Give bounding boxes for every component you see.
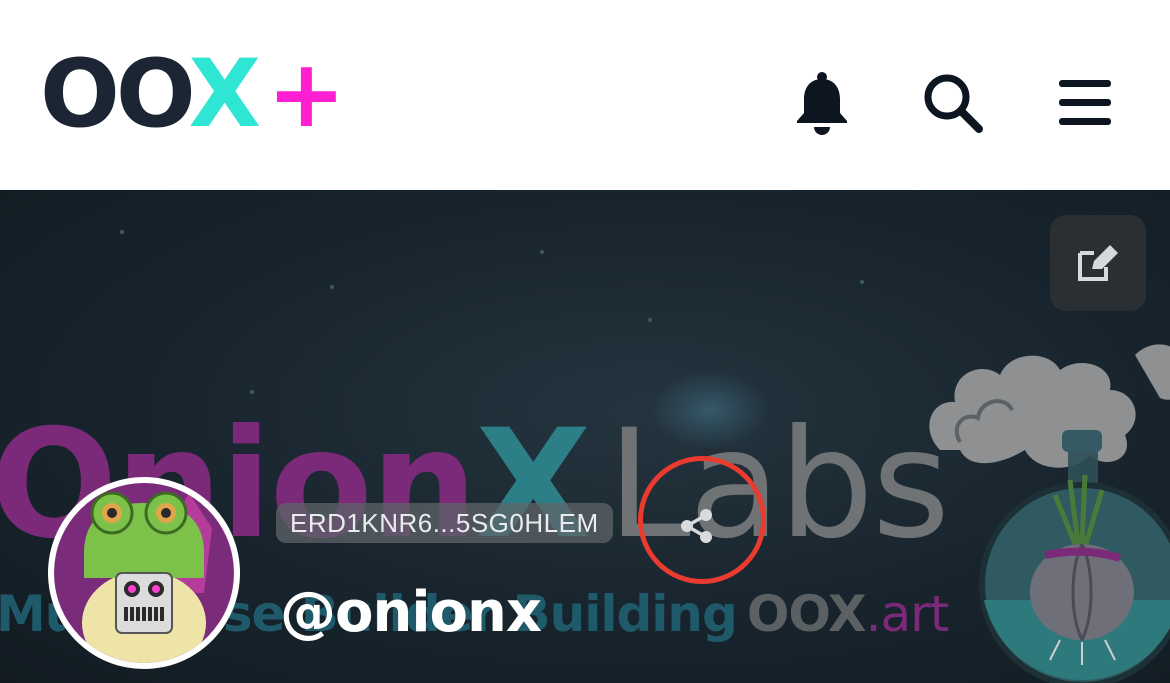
edit-banner-button[interactable]	[1050, 215, 1146, 311]
flask-illustration	[929, 344, 1170, 683]
brand-x: X	[475, 398, 592, 572]
star-decoration	[250, 390, 254, 394]
hamburger-menu-icon	[1059, 80, 1111, 125]
star-decoration	[330, 285, 334, 289]
avatar-onion-character	[82, 491, 212, 663]
notifications-button[interactable]	[787, 68, 857, 138]
search-icon	[924, 74, 983, 133]
bell-icon	[797, 72, 847, 135]
logo-plus: +	[266, 40, 346, 149]
star-decoration	[860, 280, 864, 284]
share-highlight-ring	[638, 456, 766, 584]
profile-handle: @onionx	[280, 580, 542, 645]
brand-subtitle-oox: OOX	[746, 585, 867, 643]
oox-logo[interactable]: OOX +	[40, 48, 346, 142]
star-decoration	[648, 318, 652, 322]
menu-button[interactable]	[1050, 68, 1120, 138]
edit-icon	[1078, 245, 1118, 281]
top-header: OOX +	[0, 0, 1170, 190]
star-decoration	[120, 230, 124, 234]
wallet-address[interactable]: ERD1KNR6...5SG0HLEM	[276, 503, 613, 543]
logo-x: X	[188, 40, 261, 149]
profile-banner: OnionX Labs Multiverse Builder Building OO…	[0, 190, 1170, 683]
star-decoration	[540, 250, 544, 254]
logo-oo: OO	[40, 40, 192, 149]
search-button[interactable]	[918, 68, 988, 138]
profile-avatar[interactable]	[48, 477, 240, 669]
avatar-image	[54, 483, 234, 663]
